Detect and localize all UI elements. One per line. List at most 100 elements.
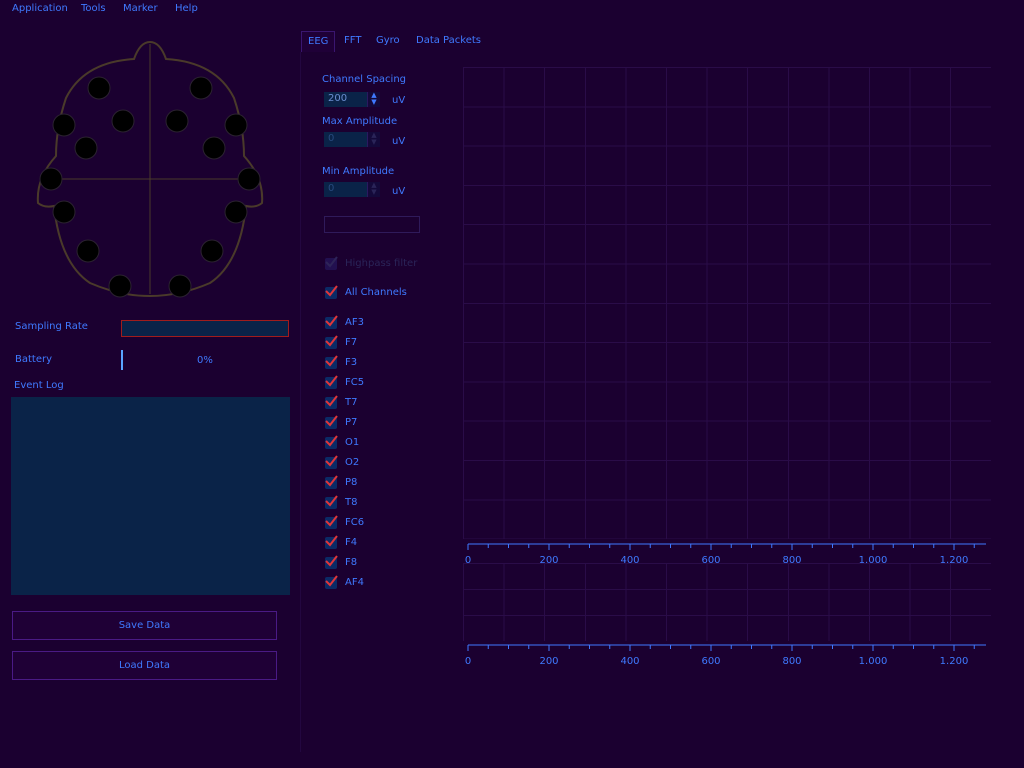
apply-button-disabled — [324, 216, 420, 233]
sampling-rate-bar — [121, 320, 289, 337]
max-amplitude-label: Max Amplitude — [322, 116, 398, 127]
tick-label: 800 — [782, 555, 801, 566]
channel-checkbox-fc6[interactable] — [325, 515, 338, 529]
min-amplitude-unit: uV — [392, 186, 406, 197]
tab-fft[interactable]: FFT — [338, 31, 367, 51]
max-amplitude-value: 0 — [328, 133, 335, 144]
channel-label-t8: T8 — [345, 497, 358, 508]
channel-checkbox-f3[interactable] — [325, 355, 338, 369]
spin-down-icon: ▼ — [371, 188, 377, 196]
tick-label: 200 — [539, 656, 558, 667]
filter-checkbox-label: Highpass filter — [345, 258, 418, 269]
tab-panel-border — [300, 52, 301, 752]
tick-label: 400 — [620, 555, 639, 566]
min-amplitude-spinbox[interactable]: 0 ▲ ▼ — [324, 182, 380, 197]
tick-label: 800 — [782, 656, 801, 667]
tab-bar: EEG FFT Gyro Data Packets — [300, 31, 500, 53]
tick-label: 1.000 — [859, 656, 888, 667]
electrode-fc6 — [202, 136, 226, 160]
channel-checkbox-p8[interactable] — [325, 475, 338, 489]
channel-checkbox-f8[interactable] — [325, 555, 338, 569]
tick-label: 1.000 — [859, 555, 888, 566]
spin-down-icon: ▼ — [371, 138, 377, 146]
eeg-x-axis: 0 200 400 600 800 1.000 1.200 — [465, 543, 986, 566]
channel-label-o1: O1 — [345, 437, 360, 448]
electrode-head-map — [36, 40, 264, 298]
electrode-fc5 — [74, 136, 98, 160]
menu-bar: Application Tools Marker Help — [0, 0, 1024, 20]
secondary-plot-area[interactable] — [463, 563, 991, 641]
channel-label-f7: F7 — [345, 337, 358, 348]
electrode-o1 — [108, 274, 132, 298]
electrode-drl — [224, 200, 248, 224]
channel-checkbox-p7[interactable] — [325, 415, 338, 429]
save-data-button[interactable]: Save Data — [12, 611, 277, 640]
battery-percent: 0% — [197, 355, 213, 366]
tab-gyro[interactable]: Gyro — [370, 31, 406, 51]
load-data-button[interactable]: Load Data — [12, 651, 277, 680]
spin-down-icon[interactable]: ▼ — [368, 99, 380, 106]
event-log-panel[interactable] — [11, 397, 290, 595]
max-amplitude-spinbox[interactable]: 0 ▲ ▼ — [324, 132, 380, 147]
channel-label-t7: T7 — [345, 397, 358, 408]
channel-label-p8: P8 — [345, 477, 358, 488]
min-amplitude-label: Min Amplitude — [322, 166, 395, 177]
electrode-p8 — [200, 239, 224, 263]
channel-checkbox-af4[interactable] — [325, 575, 338, 589]
menu-application[interactable]: Application — [12, 3, 68, 14]
channel-checkbox-o2[interactable] — [325, 455, 338, 469]
electrode-o2 — [168, 274, 192, 298]
channel-label-af4: AF4 — [345, 577, 364, 588]
filter-checkbox — [325, 256, 338, 270]
tick-label: 400 — [620, 656, 639, 667]
channel-checkbox-o1[interactable] — [325, 435, 338, 449]
channel-spacing-spinbox[interactable]: 200 ▲ ▼ — [324, 92, 380, 107]
battery-level-bar — [121, 350, 123, 370]
electrode-t8 — [237, 167, 261, 191]
channel-checkbox-f4[interactable] — [325, 535, 338, 549]
max-amplitude-unit: uV — [392, 136, 406, 147]
channel-label-o2: O2 — [345, 457, 360, 468]
channel-label-f8: F8 — [345, 557, 358, 568]
channel-checkbox-af3[interactable] — [325, 315, 338, 329]
electrode-f8 — [224, 113, 248, 137]
all-channels-checkbox[interactable] — [325, 285, 338, 299]
secondary-x-axis: 0 200 400 600 800 1.000 1.200 — [465, 644, 986, 667]
eeg-plot-area[interactable] — [463, 67, 991, 539]
menu-tools[interactable]: Tools — [81, 3, 106, 14]
tick-label: 0 — [465, 555, 471, 566]
tab-data-packets[interactable]: Data Packets — [410, 31, 487, 51]
electrode-f4 — [165, 109, 189, 133]
channel-checkbox-t7[interactable] — [325, 395, 338, 409]
menu-marker[interactable]: Marker — [123, 3, 158, 14]
channel-spacing-value: 200 — [328, 93, 348, 104]
channel-checkbox-t8[interactable] — [325, 495, 338, 509]
channel-spacing-unit: uV — [392, 95, 406, 106]
channel-label-f4: F4 — [345, 537, 358, 548]
channel-checkbox-f7[interactable] — [325, 335, 338, 349]
electrode-af3 — [87, 76, 111, 100]
channel-checkbox-fc5[interactable] — [325, 375, 338, 389]
menu-help[interactable]: Help — [175, 3, 198, 14]
electrode-cms — [52, 200, 76, 224]
battery-label: Battery — [15, 354, 53, 365]
tick-label: 600 — [701, 555, 720, 566]
electrode-af4 — [189, 76, 213, 100]
tick-label: 200 — [539, 555, 558, 566]
electrode-t7 — [39, 167, 63, 191]
event-log-label: Event Log — [14, 380, 64, 391]
tick-label: 600 — [701, 656, 720, 667]
tab-eeg[interactable]: EEG — [301, 31, 336, 52]
electrode-f3 — [111, 109, 135, 133]
channel-label-fc5: FC5 — [345, 377, 365, 388]
all-channels-label: All Channels — [345, 287, 407, 298]
sampling-rate-label: Sampling Rate — [15, 321, 88, 332]
tick-label: 0 — [465, 656, 471, 667]
channel-label-fc6: FC6 — [345, 517, 365, 528]
tick-label: 1.200 — [940, 555, 969, 566]
electrode-f7 — [52, 113, 76, 137]
channel-label-p7: P7 — [345, 417, 358, 428]
electrode-p7 — [76, 239, 100, 263]
channel-label-af3: AF3 — [345, 317, 364, 328]
channel-spacing-label: Channel Spacing — [322, 74, 407, 85]
